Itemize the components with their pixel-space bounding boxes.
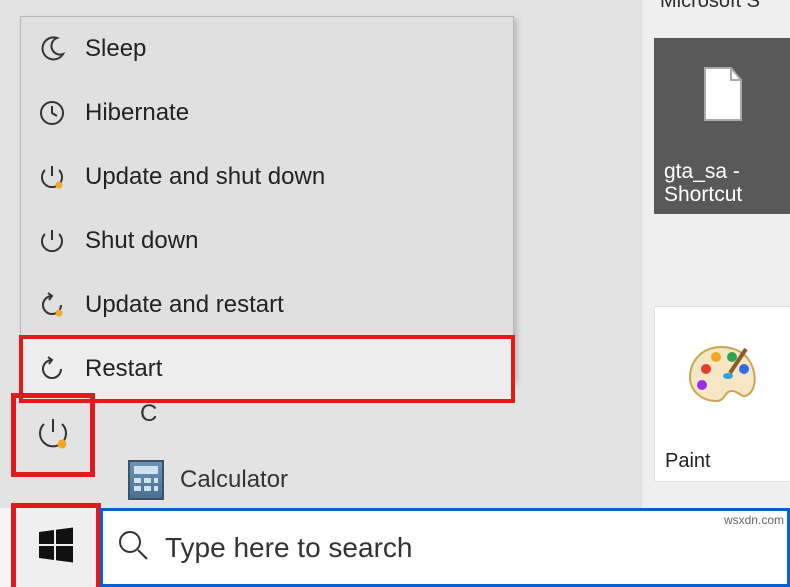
app-item-calculator[interactable]: Calculator bbox=[128, 460, 288, 500]
taskbar-search[interactable]: Type here to search bbox=[100, 508, 790, 587]
menu-item-label: Update and restart bbox=[85, 291, 284, 319]
watermark: wsxdn.com bbox=[724, 513, 784, 527]
power-menu-shutdown[interactable]: Shut down bbox=[21, 209, 513, 273]
tile-paint[interactable]: Paint bbox=[654, 306, 790, 482]
menu-item-label: Hibernate bbox=[85, 99, 189, 127]
power-menu-update-restart[interactable]: Update and restart bbox=[21, 273, 513, 337]
app-item-label: Calculator bbox=[180, 466, 288, 494]
tile-label: gta_sa - Shortcut bbox=[664, 160, 782, 206]
power-update-icon bbox=[36, 416, 70, 455]
power-menu-hibernate[interactable]: Hibernate bbox=[21, 81, 513, 145]
power-menu-restart[interactable]: Restart bbox=[21, 337, 513, 401]
document-icon bbox=[701, 66, 745, 122]
moon-icon bbox=[37, 36, 67, 62]
calculator-icon bbox=[128, 460, 164, 500]
power-menu-sleep[interactable]: Sleep bbox=[21, 17, 513, 81]
apps-letter-header[interactable]: C bbox=[140, 400, 157, 428]
start-button[interactable] bbox=[16, 508, 96, 587]
power-button[interactable] bbox=[16, 398, 90, 472]
paint-palette-icon bbox=[686, 343, 760, 410]
start-tiles-column: Microsoft S gta_sa - Shortcut bbox=[640, 0, 790, 587]
restart-icon bbox=[37, 356, 67, 382]
menu-item-label: Restart bbox=[85, 355, 162, 383]
clock-icon bbox=[37, 100, 67, 126]
restart-update-icon bbox=[37, 292, 67, 318]
menu-item-label: Shut down bbox=[85, 227, 198, 255]
tile-group-label: Microsoft S bbox=[660, 0, 760, 13]
power-update-icon bbox=[37, 164, 67, 190]
power-icon bbox=[37, 228, 67, 254]
windows-logo-icon bbox=[37, 526, 75, 569]
menu-item-label: Sleep bbox=[85, 35, 146, 63]
menu-item-label: Update and shut down bbox=[85, 163, 325, 191]
tile-label: Paint bbox=[665, 450, 781, 473]
search-icon bbox=[117, 529, 149, 566]
power-menu-update-shutdown[interactable]: Update and shut down bbox=[21, 145, 513, 209]
search-placeholder: Type here to search bbox=[165, 532, 412, 564]
power-menu: Sleep Hibernate Update and shut down Shu… bbox=[20, 16, 514, 381]
tile-gta-shortcut[interactable]: gta_sa - Shortcut bbox=[654, 38, 790, 214]
